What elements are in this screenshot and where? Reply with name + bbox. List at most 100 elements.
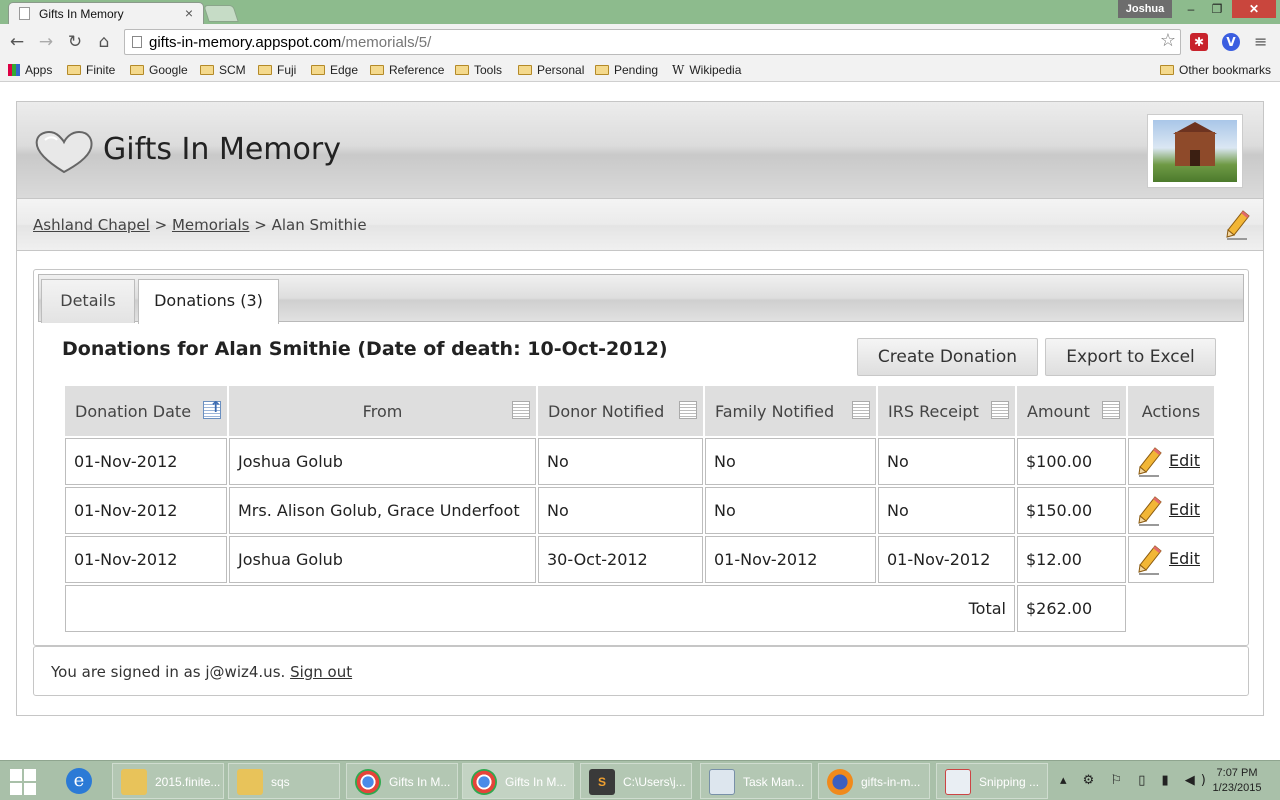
donations-heading: Donations for Alan Smithie (Date of deat… — [62, 338, 668, 360]
close-tab-icon[interactable]: × — [185, 5, 193, 21]
edit-memorial-pencil-icon[interactable] — [1225, 209, 1251, 241]
folder-icon — [67, 65, 81, 75]
bookmark-folder[interactable]: Fuji — [258, 63, 296, 77]
site-title[interactable]: Gifts In Memory — [103, 132, 341, 167]
sort-icon[interactable] — [512, 401, 530, 419]
cell-actions: Edit — [1128, 438, 1214, 485]
cell-from: Mrs. Alison Golub, Grace Underfoot — [229, 487, 536, 534]
apps-icon — [8, 64, 20, 76]
cell-amount: $150.00 — [1017, 487, 1126, 534]
cell-irs-receipt: No — [878, 438, 1015, 485]
cell-irs-receipt: 01-Nov-2012 — [878, 536, 1015, 583]
bookmark-folder[interactable]: SCM — [200, 63, 246, 77]
firefox-icon — [827, 769, 853, 795]
create-donation-button[interactable]: Create Donation — [857, 338, 1038, 376]
bookmark-folder[interactable]: Edge — [311, 63, 358, 77]
column-header-donation-date[interactable]: Donation Date — [65, 386, 227, 436]
sort-icon[interactable] — [679, 401, 697, 419]
minimize-button[interactable]: – — [1180, 0, 1202, 18]
other-bookmarks[interactable]: Other bookmarks — [1160, 63, 1271, 77]
address-bar[interactable]: gifts-in-memory.appspot.com/memorials/5/… — [124, 29, 1181, 55]
maximize-button[interactable]: ❐ — [1206, 0, 1228, 18]
total-row: Total $262.00 — [65, 585, 1214, 632]
task-manager-icon — [709, 769, 735, 795]
sort-icon[interactable] — [852, 401, 870, 419]
total-label: Total — [65, 585, 1015, 632]
pencil-icon[interactable] — [1137, 495, 1163, 526]
column-header-donor-notified[interactable]: Donor Notified — [538, 386, 703, 436]
cell-from: Joshua Golub — [229, 536, 536, 583]
reload-button[interactable]: ↻ — [64, 31, 86, 53]
browser-tab[interactable]: Gifts In Memory × — [8, 2, 204, 24]
new-tab-button[interactable] — [203, 5, 239, 22]
bookmark-star-icon[interactable]: ☆ — [1160, 30, 1176, 51]
pencil-icon[interactable] — [1137, 446, 1163, 477]
column-header-irs-receipt[interactable]: IRS Receipt — [878, 386, 1015, 436]
pencil-icon[interactable] — [1137, 544, 1163, 575]
bookmark-folder[interactable]: Pending — [595, 63, 658, 77]
cell-actions: Edit — [1128, 487, 1214, 534]
cell-donor-notified: No — [538, 438, 703, 485]
taskbar-item-explorer[interactable]: sqs — [228, 763, 340, 799]
tab-strip: Details Donations (3) — [38, 274, 1244, 324]
bookmark-folder[interactable]: Reference — [370, 63, 444, 77]
breadcrumb-memorials[interactable]: Memorials — [172, 216, 249, 234]
home-button[interactable]: ⌂ — [93, 31, 115, 53]
internet-explorer-icon[interactable]: e — [58, 763, 106, 799]
forward-button[interactable]: → — [35, 31, 57, 53]
taskbar-item-snipping-tool[interactable]: Snipping ... — [936, 763, 1048, 799]
bookmark-folder[interactable]: Finite — [67, 63, 115, 77]
export-to-excel-button[interactable]: Export to Excel — [1045, 338, 1216, 376]
heart-logo-icon — [35, 130, 93, 174]
windows-start-icon[interactable] — [10, 769, 36, 795]
taskbar-item-sublime[interactable]: S C:\Users\j... — [580, 763, 692, 799]
signin-status: You are signed in as j@wiz4.us. Sign out — [33, 646, 1249, 696]
chrome-icon — [471, 769, 497, 795]
profile-button[interactable]: Joshua — [1118, 0, 1172, 18]
column-header-from[interactable]: From — [229, 386, 536, 436]
snipping-tool-icon — [945, 769, 971, 795]
edit-link[interactable]: Edit — [1169, 451, 1200, 470]
column-header-family-notified[interactable]: Family Notified — [705, 386, 876, 436]
chrome-menu-icon[interactable]: ≡ — [1254, 32, 1267, 51]
taskbar-item-chrome[interactable]: Gifts In M... — [346, 763, 458, 799]
bookmark-folder[interactable]: Personal — [518, 63, 584, 77]
extension-icon[interactable]: V — [1222, 33, 1240, 51]
folder-icon — [200, 65, 214, 75]
url-text[interactable]: gifts-in-memory.appspot.com/memorials/5/ — [149, 34, 431, 51]
folder-icon — [130, 65, 144, 75]
clock[interactable]: 7:07 PM 1/23/2015 — [1206, 766, 1268, 796]
tab-details[interactable]: Details — [41, 279, 135, 323]
breadcrumb-ashland-chapel[interactable]: Ashland Chapel — [33, 216, 150, 234]
folder-icon — [311, 65, 325, 75]
bookmark-wikipedia[interactable]: W Wikipedia — [672, 63, 741, 77]
browser-titlebar: Gifts In Memory × Joshua – ❐ ✕ — [0, 0, 1280, 24]
cell-date: 01-Nov-2012 — [65, 536, 227, 583]
folder-icon — [518, 65, 532, 75]
column-header-amount[interactable]: Amount — [1017, 386, 1126, 436]
tab-donations[interactable]: Donations (3) — [138, 279, 279, 324]
close-window-button[interactable]: ✕ — [1232, 0, 1276, 18]
sort-icon[interactable] — [1102, 401, 1120, 419]
cell-amount: $12.00 — [1017, 536, 1126, 583]
back-button[interactable]: ← — [6, 31, 28, 53]
bookmark-folder[interactable]: Google — [130, 63, 188, 77]
table-row: 01-Nov-2012 Mrs. Alison Golub, Grace Und… — [65, 487, 1214, 534]
system-tray[interactable]: ▴ ⚙ ⚐ ▯ ▮ ◀) — [1060, 773, 1212, 788]
taskbar-item-explorer[interactable]: 2015.finite... — [112, 763, 224, 799]
browser-toolbar: ← → ↻ ⌂ gifts-in-memory.appspot.com/memo… — [0, 24, 1280, 60]
page-icon — [19, 7, 30, 20]
edit-link[interactable]: Edit — [1169, 549, 1200, 568]
edit-link[interactable]: Edit — [1169, 500, 1200, 519]
sign-out-link[interactable]: Sign out — [290, 663, 352, 681]
taskbar-item-firefox[interactable]: gifts-in-m... — [818, 763, 930, 799]
bookmark-apps[interactable]: Apps — [8, 63, 52, 77]
taskbar-item-task-manager[interactable]: Task Man... — [700, 763, 812, 799]
extension-icon[interactable]: ✱ — [1190, 33, 1208, 51]
web-page: Gifts In Memory Ashland Chapel > Memoria… — [0, 82, 1280, 758]
bookmarks-bar: Apps Finite Google SCM Fuji Edge Referen… — [0, 60, 1280, 82]
taskbar-item-chrome-active[interactable]: Gifts In M... — [462, 763, 574, 799]
bookmark-folder[interactable]: Tools — [455, 63, 502, 77]
sort-ascending-icon[interactable] — [203, 398, 222, 419]
sort-icon[interactable] — [991, 401, 1009, 419]
